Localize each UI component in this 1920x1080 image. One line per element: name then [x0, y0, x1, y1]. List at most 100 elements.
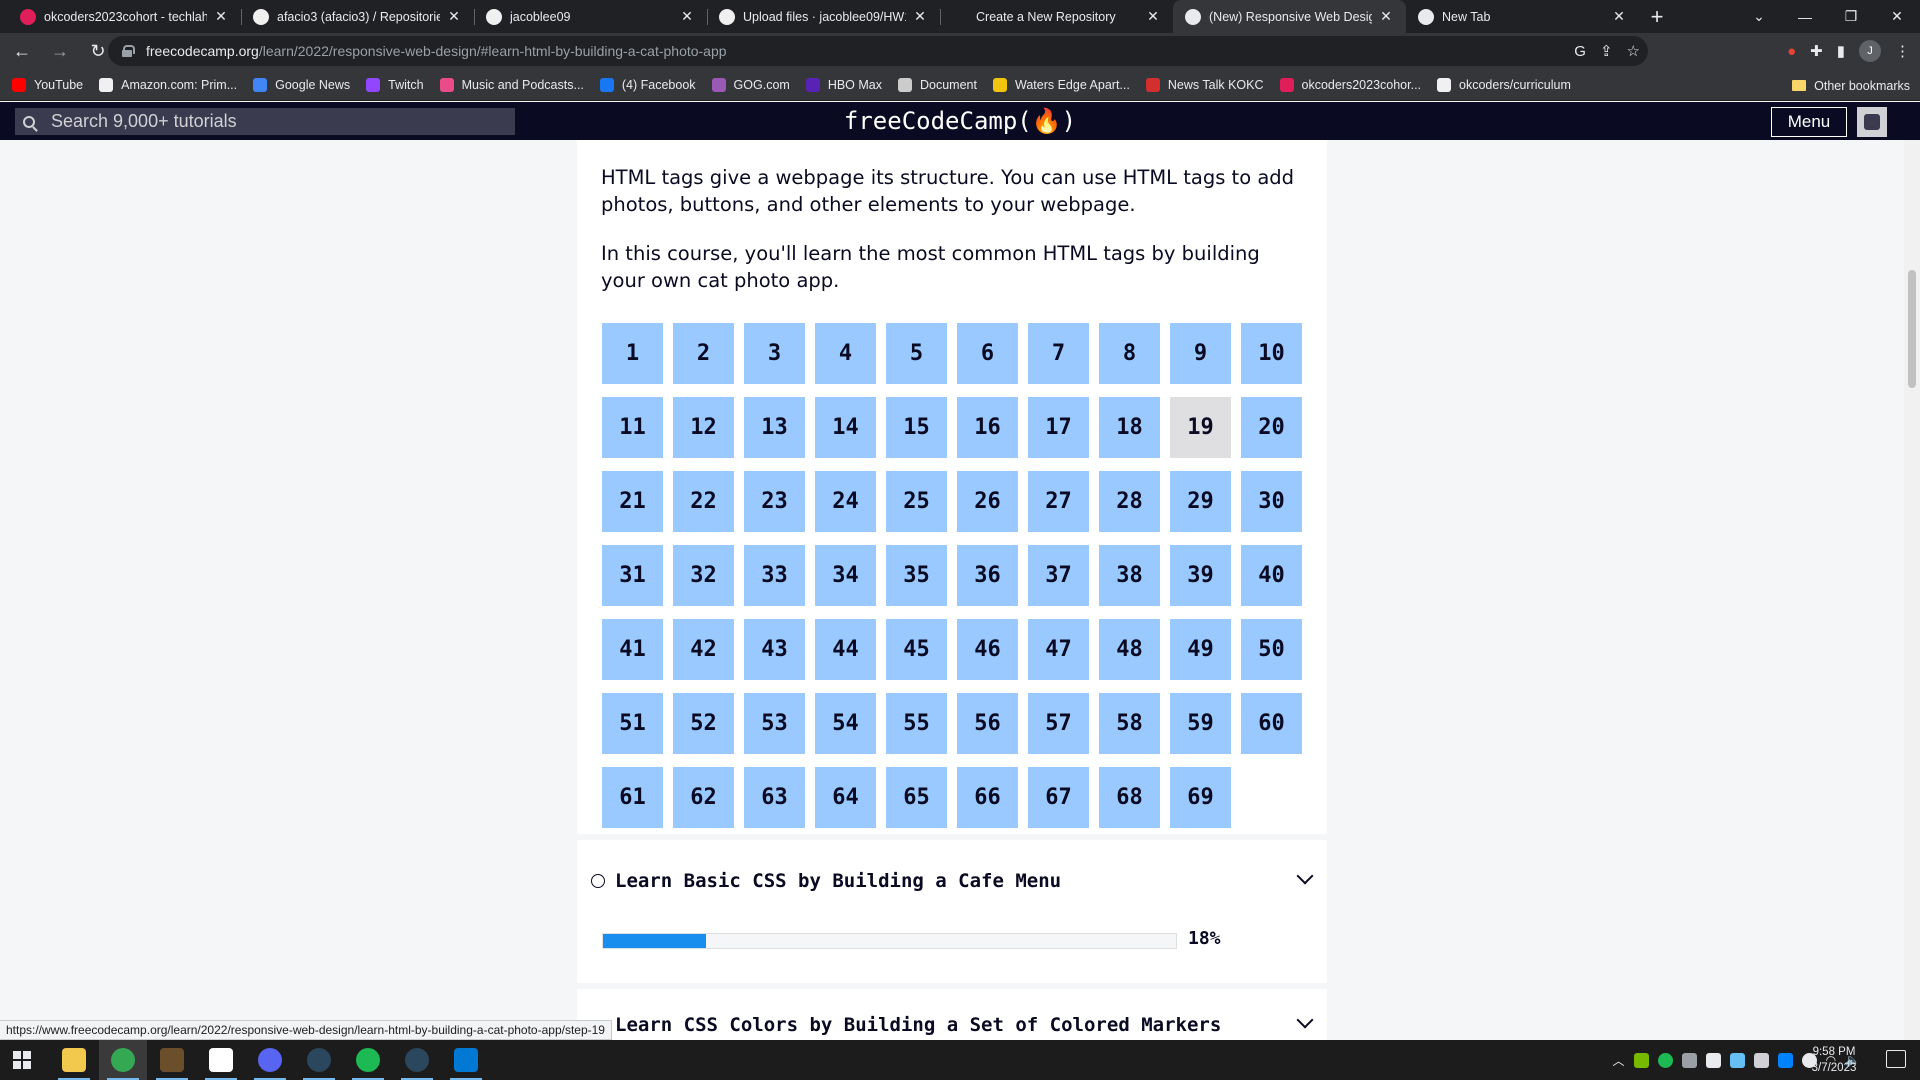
step-button[interactable]: 32 [673, 545, 734, 606]
step-button[interactable]: 17 [1028, 397, 1089, 458]
step-button[interactable]: 40 [1241, 545, 1302, 606]
step-button[interactable]: 6 [957, 323, 1018, 384]
google-lens-icon[interactable]: G [1574, 43, 1586, 60]
step-button[interactable]: 59 [1170, 693, 1231, 754]
profile-avatar[interactable]: J [1859, 40, 1881, 62]
bookmark-item[interactable]: News Talk KOKC [1145, 78, 1264, 92]
step-button[interactable]: 65 [886, 767, 947, 828]
step-button[interactable]: 25 [886, 471, 947, 532]
bookmark-item[interactable]: GOG.com [711, 78, 790, 92]
tab-close-icon[interactable]: ✕ [446, 8, 462, 25]
step-button[interactable]: 9 [1170, 323, 1231, 384]
step-button[interactable]: 42 [673, 619, 734, 680]
nvidia-icon[interactable] [1633, 1052, 1649, 1068]
bookmark-item[interactable]: okcoders/curriculum [1437, 78, 1571, 92]
step-button[interactable]: 3 [744, 323, 805, 384]
step-button[interactable]: 2 [673, 323, 734, 384]
step-button[interactable]: 15 [886, 397, 947, 458]
step-button[interactable]: 4 [815, 323, 876, 384]
tutorial-search-input[interactable]: Search 9,000+ tutorials [15, 108, 515, 135]
step-button[interactable]: 49 [1170, 619, 1231, 680]
step-button[interactable]: 5 [886, 323, 947, 384]
step-button[interactable]: 46 [957, 619, 1018, 680]
step-button[interactable]: 19 [1170, 397, 1231, 458]
step-button[interactable]: 51 [602, 693, 663, 754]
step-button[interactable]: 64 [815, 767, 876, 828]
step-button[interactable]: 35 [886, 545, 947, 606]
other-bookmarks[interactable]: Other bookmarks [1792, 70, 1910, 101]
step-button[interactable]: 12 [673, 397, 734, 458]
tab-close-icon[interactable]: ✕ [1378, 8, 1394, 25]
browser-tab[interactable]: (New) Responsive Web Design C ✕ [1173, 0, 1406, 33]
bookmark-item[interactable]: YouTube [12, 78, 83, 92]
step-button[interactable]: 11 [602, 397, 663, 458]
close-window-button[interactable]: ✕ [1874, 8, 1920, 25]
taskbar-chrome-icon[interactable] [99, 1040, 147, 1080]
bookmark-item[interactable]: HBO Max [805, 78, 882, 92]
taskbar-affinity-icon[interactable] [197, 1040, 245, 1080]
page-scrollbar[interactable] [1904, 140, 1920, 1040]
block-header-cafe-menu[interactable]: Learn Basic CSS by Building a Cafe Menu [591, 866, 1314, 896]
taskbar-dbeaver-icon[interactable] [148, 1040, 196, 1080]
step-button[interactable]: 63 [744, 767, 805, 828]
bookmark-item[interactable]: Waters Edge Apart... [992, 78, 1130, 92]
step-button[interactable]: 47 [1028, 619, 1089, 680]
windows-start-icon[interactable] [13, 1051, 31, 1069]
step-button[interactable]: 16 [957, 397, 1018, 458]
step-button[interactable]: 43 [744, 619, 805, 680]
step-button[interactable]: 23 [744, 471, 805, 532]
bookmark-item[interactable]: Music and Podcasts... [439, 78, 584, 92]
menu-button[interactable]: Menu [1771, 107, 1847, 137]
tray-app-icon[interactable] [1705, 1052, 1721, 1068]
step-button[interactable]: 10 [1241, 323, 1302, 384]
tray-overflow-icon[interactable]: ︿ [1613, 1052, 1625, 1069]
step-button[interactable]: 37 [1028, 545, 1089, 606]
browser-tab[interactable]: afacio3 (afacio3) / Repositories ✕ [241, 0, 474, 33]
tab-close-icon[interactable]: ✕ [679, 8, 695, 25]
browser-tab[interactable]: New Tab ✕ [1406, 0, 1639, 33]
address-bar[interactable]: freecodecamp.org/learn/2022/responsive-w… [108, 36, 1648, 66]
taskbar-discord-icon[interactable] [246, 1040, 294, 1080]
share-icon[interactable]: ⇪ [1600, 42, 1613, 60]
user-avatar[interactable] [1857, 107, 1887, 137]
steam-tray-icon[interactable] [1729, 1052, 1745, 1068]
bookmark-item[interactable]: Document [898, 78, 977, 92]
step-button[interactable]: 28 [1099, 471, 1160, 532]
step-button[interactable]: 14 [815, 397, 876, 458]
browser-tab[interactable]: okcoders2023cohort - techlahon ✕ [8, 0, 241, 33]
step-button[interactable]: 13 [744, 397, 805, 458]
step-button[interactable]: 67 [1028, 767, 1089, 828]
step-button[interactable]: 58 [1099, 693, 1160, 754]
chrome-menu-icon[interactable]: ⋮ [1895, 42, 1910, 60]
step-button[interactable]: 48 [1099, 619, 1160, 680]
step-button[interactable]: 1 [602, 323, 663, 384]
extension-icon[interactable]: ● [1787, 43, 1796, 60]
step-button[interactable]: 29 [1170, 471, 1231, 532]
taskbar-file-explorer-icon[interactable] [50, 1040, 98, 1080]
tray-app-icon[interactable] [1753, 1052, 1769, 1068]
step-button[interactable]: 8 [1099, 323, 1160, 384]
step-button[interactable]: 36 [957, 545, 1018, 606]
browser-tab[interactable]: jacoblee09 ✕ [474, 0, 707, 33]
step-button[interactable]: 54 [815, 693, 876, 754]
step-button[interactable]: 33 [744, 545, 805, 606]
back-button[interactable]: ← [6, 36, 38, 68]
step-button[interactable]: 22 [673, 471, 734, 532]
step-button[interactable]: 26 [957, 471, 1018, 532]
lock-icon[interactable] [122, 45, 135, 57]
step-button[interactable]: 50 [1241, 619, 1302, 680]
tab-close-icon[interactable]: ✕ [1145, 8, 1161, 25]
spotify-tray-icon[interactable] [1657, 1052, 1673, 1068]
step-button[interactable]: 66 [957, 767, 1018, 828]
step-button[interactable]: 39 [1170, 545, 1231, 606]
tab-close-icon[interactable]: ✕ [213, 8, 229, 25]
step-button[interactable]: 27 [1028, 471, 1089, 532]
browser-tab[interactable]: Upload files · jacoblee09/HW1-2 ✕ [707, 0, 940, 33]
step-button[interactable]: 34 [815, 545, 876, 606]
notification-center-icon[interactable] [1886, 1050, 1906, 1068]
step-button[interactable]: 57 [1028, 693, 1089, 754]
bookmark-item[interactable]: okcoders2023cohor... [1279, 78, 1421, 92]
tab-search-icon[interactable]: ⌄ [1736, 8, 1782, 25]
taskbar-vscode-icon[interactable] [442, 1040, 490, 1080]
step-button[interactable]: 53 [744, 693, 805, 754]
